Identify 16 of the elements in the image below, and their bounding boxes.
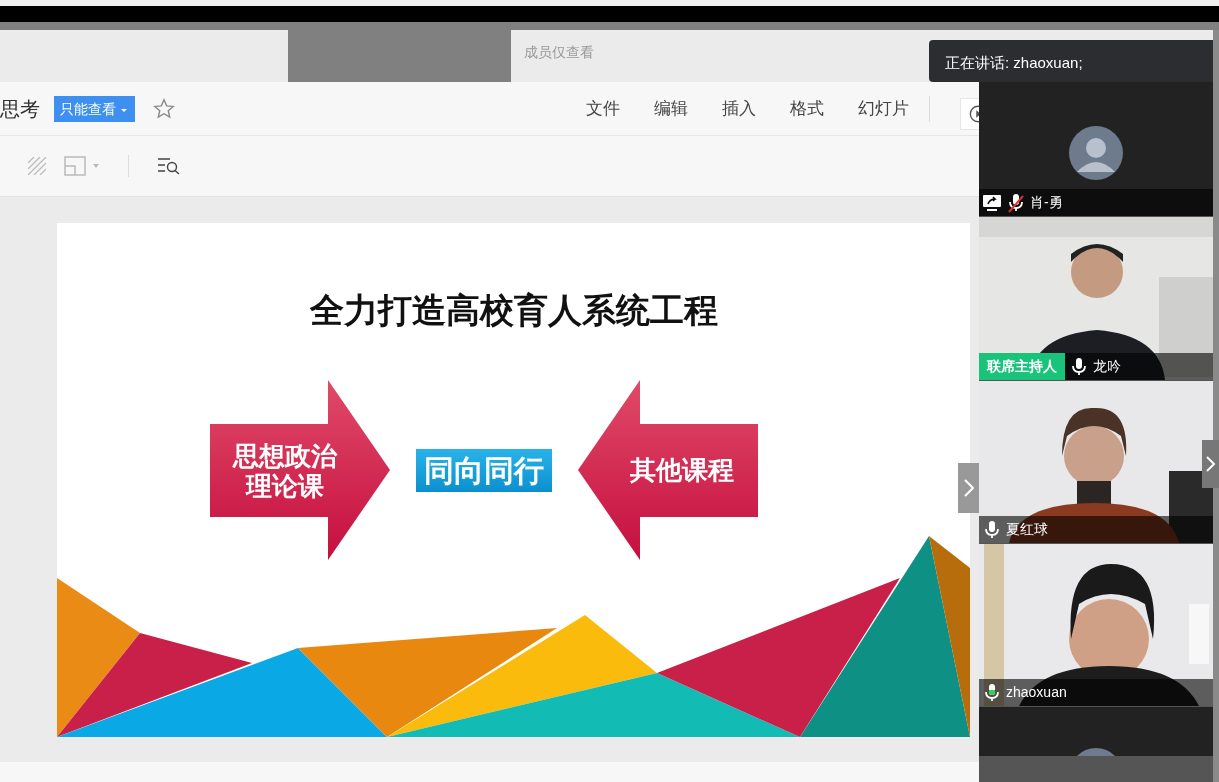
host-badge: 联席主持人 (979, 353, 1065, 380)
menu-item[interactable]: 格式 (790, 95, 824, 122)
menu-item[interactable]: 幻灯片 (858, 95, 909, 122)
slide-title: 全力打造高校育人系统工程 (308, 290, 719, 331)
participant-name: 夏红球 (1006, 520, 1048, 539)
speaking-tooltip: 正在讲话: zhaoxuan; (929, 40, 1213, 82)
participant-name: 肖-勇 (1030, 193, 1063, 212)
document-title: 思考 (0, 96, 40, 122)
participant-name: zhaoxuan (1006, 683, 1067, 702)
center-label: 同向同行 (416, 449, 552, 492)
menu-item[interactable]: 文件 (586, 95, 620, 122)
menu-item[interactable]: 插入 (722, 95, 756, 122)
menu-item[interactable]: 编辑 (654, 95, 688, 122)
arrow-label: 其他课程 (629, 455, 735, 485)
arrow-label: 思想政治 理论课 (231, 441, 339, 501)
participant-name: 龙吟 (1093, 357, 1121, 376)
